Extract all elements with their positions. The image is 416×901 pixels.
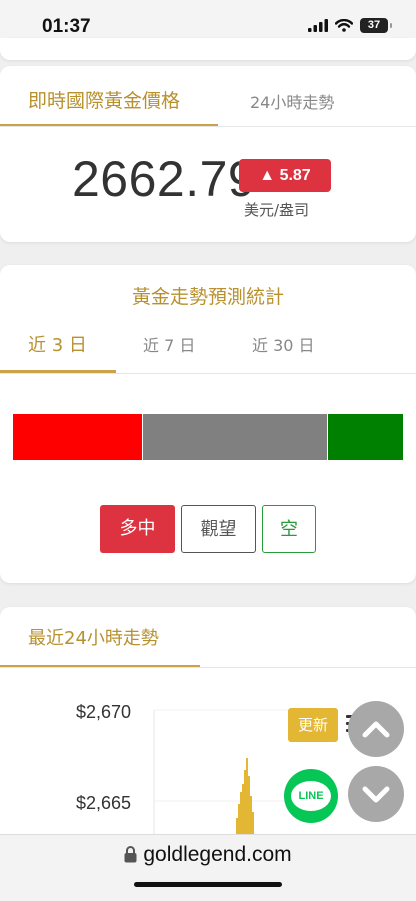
home-indicator xyxy=(134,882,282,887)
url-display[interactable]: goldlegend.com xyxy=(0,843,416,867)
chart-title-divider xyxy=(0,667,416,668)
chart-bar xyxy=(250,796,252,836)
y-tick-label: $2,670 xyxy=(76,702,132,722)
tab-30-days[interactable]: 近 30 日 xyxy=(252,332,315,356)
chevron-down-icon xyxy=(362,786,390,803)
line-button[interactable]: LINE xyxy=(284,769,338,823)
tab-divider xyxy=(0,126,416,127)
wifi-icon xyxy=(335,19,353,32)
neutral-button[interactable]: 觀望 xyxy=(181,505,256,553)
prediction-title: 黃金走勢預測統計 xyxy=(131,286,284,308)
chart-bar xyxy=(244,770,246,836)
price-unit: 美元/盎司 xyxy=(244,201,310,219)
tab-7-days[interactable]: 近 7 日 xyxy=(143,332,195,356)
period-tab-divider xyxy=(0,373,416,374)
line-icon: LINE xyxy=(291,781,331,811)
bear-bar xyxy=(328,414,403,460)
refresh-button[interactable]: 更新 xyxy=(288,708,338,742)
chart-bar xyxy=(242,784,244,836)
bear-button[interactable]: 空 xyxy=(262,505,316,553)
status-icons: 37 xyxy=(308,18,392,33)
gold-price: 2662.79 xyxy=(72,151,257,207)
scroll-up-button[interactable] xyxy=(348,701,404,757)
y-tick-label: $2,665 xyxy=(76,793,132,813)
url-text: goldlegend.com xyxy=(143,843,292,866)
chevron-up-icon xyxy=(362,721,390,738)
status-time: 01:37 xyxy=(42,16,91,37)
chart-bar xyxy=(240,792,242,836)
chart-bar xyxy=(238,804,240,836)
chart-bars xyxy=(236,758,254,836)
lock-icon xyxy=(124,846,137,863)
signal-icon xyxy=(308,19,328,32)
top-card-edge xyxy=(0,38,416,60)
neutral-bar xyxy=(143,414,327,460)
tab-3-days[interactable]: 近 3 日 xyxy=(28,331,87,357)
chart-bar xyxy=(246,758,248,836)
tab-24h-trend[interactable]: 24小時走勢 xyxy=(250,89,334,113)
price-change-badge: ▲ 5.87 xyxy=(239,159,331,192)
chart-bar xyxy=(248,776,250,836)
battery-icon: 37 xyxy=(360,18,392,33)
scroll-down-button[interactable] xyxy=(348,766,404,822)
chart-title: 最近24小時走勢 xyxy=(28,628,159,649)
chart-bar xyxy=(252,812,254,836)
bull-button[interactable]: 多中 xyxy=(100,505,175,553)
tab-realtime-price[interactable]: 即時國際黃金價格 xyxy=(28,86,180,113)
bull-bar xyxy=(13,414,142,460)
